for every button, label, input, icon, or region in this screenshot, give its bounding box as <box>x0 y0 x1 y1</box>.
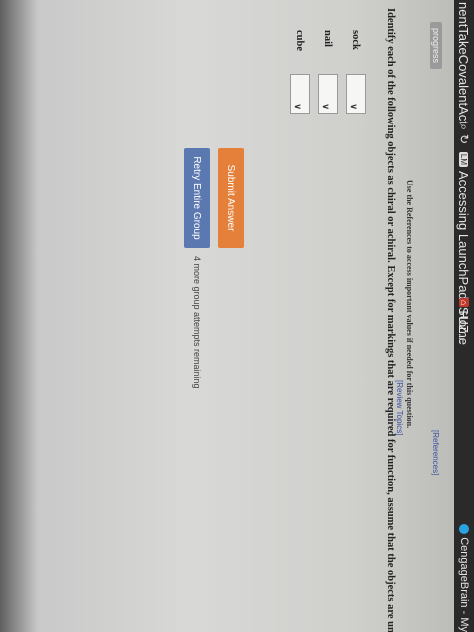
address-bar[interactable]: nentTakeCovalentActivity. <box>457 0 472 123</box>
references-link[interactable]: [References] <box>431 430 440 475</box>
retry-entire-group-button[interactable]: Retry Entire Group <box>184 148 210 248</box>
question-instructions: Identify each of the following objects a… <box>385 8 396 632</box>
question-item-sock: sock ∨ <box>346 30 366 114</box>
address-icons: ⌕ ↻ <box>457 123 472 146</box>
cengage-favicon-icon <box>459 524 469 535</box>
review-topics-link[interactable]: [Review Topics] <box>395 380 404 435</box>
reload-icon[interactable]: ↻ <box>457 134 472 144</box>
tab-cengage[interactable]: CengageBrain - My <box>458 524 470 632</box>
tab-launchpad[interactable]: LM Accessing LaunchPad: SUZ... <box>457 146 472 344</box>
references-notice: Use the References to access important v… <box>405 180 414 429</box>
activity-content: progress [References] Use the References… <box>0 0 454 632</box>
item-label: nail <box>322 30 334 47</box>
home-favicon-icon: ⌂ <box>459 297 469 308</box>
chirality-select-nail[interactable]: ∨ <box>318 74 338 114</box>
progress-tab[interactable]: progress <box>430 22 442 70</box>
question-item-nail: nail ∨ <box>318 30 338 114</box>
browser-toolbar: nentTakeCovalentActivity. ⌕ ↻ LM Accessi… <box>454 0 474 632</box>
tab-label: Home <box>456 310 472 346</box>
screen: nentTakeCovalentActivity. ⌕ ↻ LM Accessi… <box>0 0 474 632</box>
chevron-down-icon: ∨ <box>321 103 331 110</box>
chevron-down-icon: ∨ <box>293 103 303 110</box>
chirality-select-cube[interactable]: ∨ <box>290 74 310 114</box>
tab-label: CengageBrain - My <box>458 537 470 632</box>
search-icon[interactable]: ⌕ <box>457 123 472 130</box>
item-label: sock <box>350 30 362 50</box>
item-label: cube <box>294 30 306 51</box>
attempts-remaining-text: 4 more group attempts remaining <box>192 256 202 389</box>
tab-home[interactable]: ⌂ Home <box>457 292 472 524</box>
launchpad-favicon-icon: LM <box>459 151 469 168</box>
chevron-down-icon: ∨ <box>349 103 359 110</box>
question-item-cube: cube ∨ <box>290 30 310 114</box>
page: nentTakeCovalentActivity. ⌕ ↻ LM Accessi… <box>0 0 474 632</box>
submit-answer-button[interactable]: Submit Answer <box>218 148 244 248</box>
chirality-select-sock[interactable]: ∨ <box>346 74 366 114</box>
